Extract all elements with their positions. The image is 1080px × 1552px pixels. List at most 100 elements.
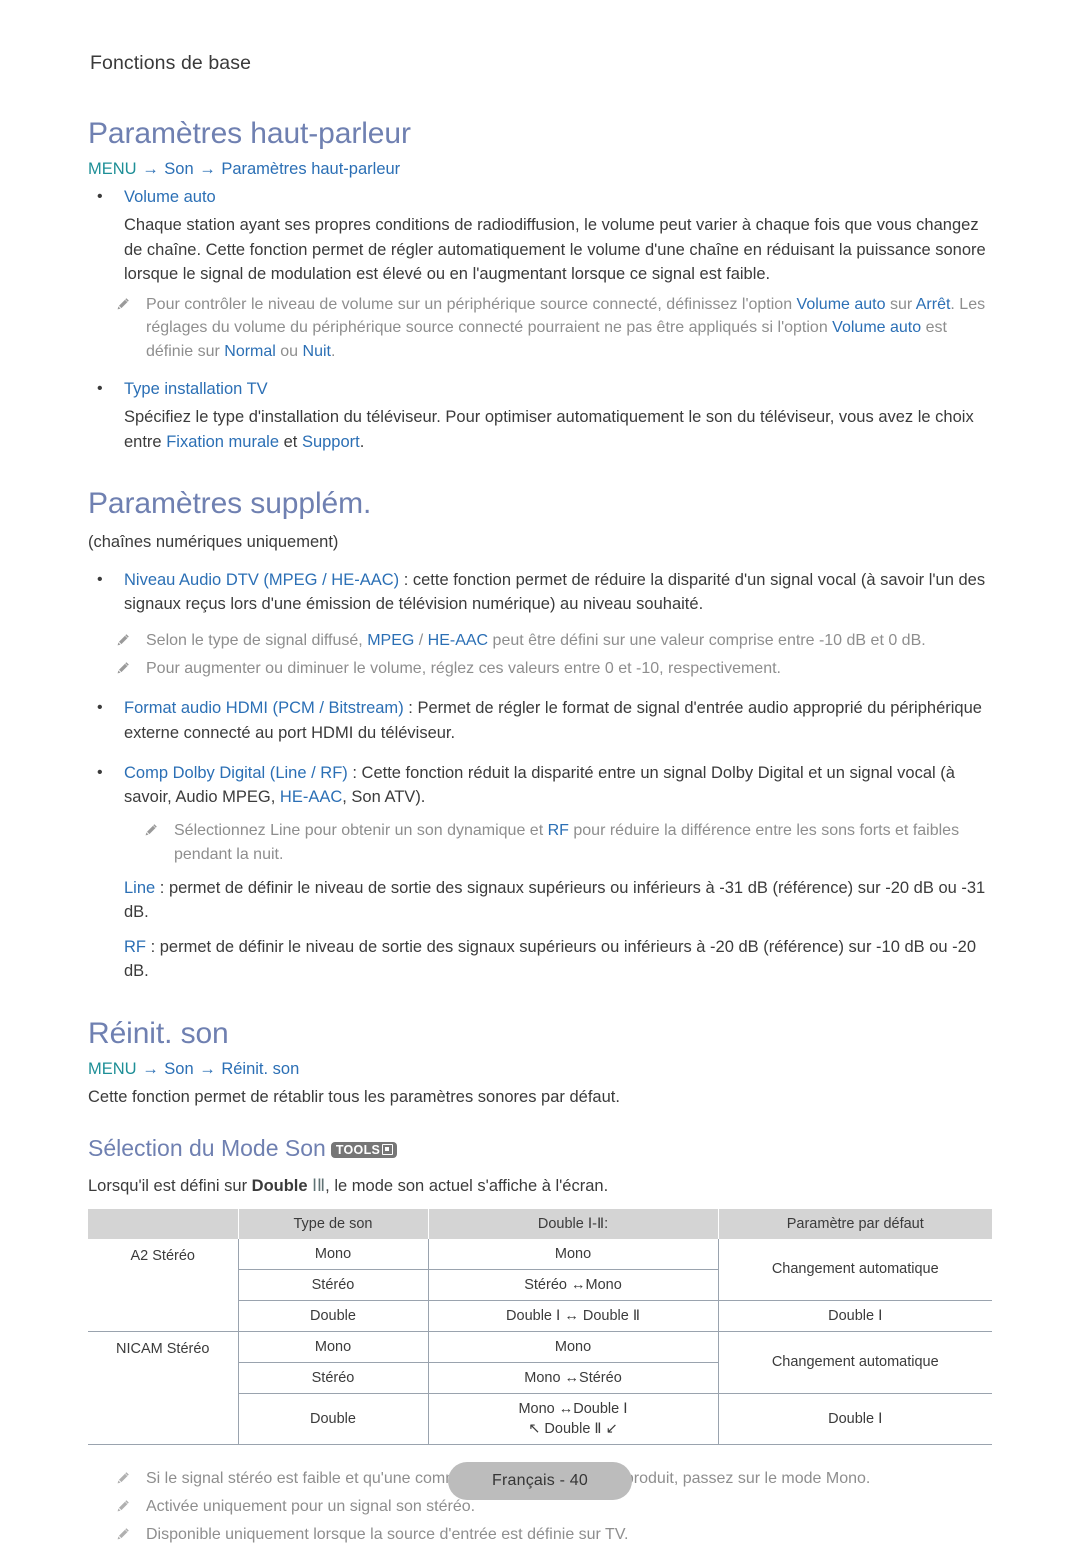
paragraph-tv-install-type-body: Spécifiez le type d'installation du télé… [124,408,974,451]
table-cell-double: Mono [427,1238,718,1270]
menu-path-menu-word: MENU [88,160,137,178]
note-volume-auto: Pour contrôler le niveau de volume sur u… [88,293,992,363]
option-mpeg: MPEG [268,571,318,590]
table-cell-double-line1: Mono ↔Double Ⅰ [518,1400,628,1417]
table-cell-default: Changement automatique [717,1331,992,1394]
note-dolby-line-rf: Sélectionnez Line pour obtenir un son dy… [88,819,992,866]
note-volume-auto-text: Pour contrôler le niveau de volume sur u… [146,296,986,360]
table-cell-double: Double Ⅰ ↔ Double Ⅱ [427,1300,718,1332]
table-cell-double-multiline: Mono ↔Double Ⅰ ↖ Double Ⅱ ↙ [427,1393,718,1445]
bullet-dot-icon [95,377,124,401]
menu-path-step-1: Son [164,1060,194,1079]
table-header-default-setting: Paramètre par défaut [717,1208,992,1239]
menu-path-arrow-icon-2: → [199,160,216,178]
menu-path-step-1: Son [164,160,194,178]
table-header-blank [88,1208,238,1239]
bullet-dot-icon [95,185,124,209]
table-cell-type: Mono [237,1331,428,1363]
section-title-speaker-settings: Paramètres haut-parleur [88,117,411,150]
section-title-additional-settings: Paramètres supplém. [88,486,372,520]
menu-path-step-2: Réinit. son [221,1060,300,1079]
list-item-label-tv-install-type: Type installation TV [124,380,268,399]
page-content: Fonctions de base Paramètres haut-parleu… [88,52,992,1552]
roman-numerals-one-two: ⅠⅡ [312,1176,326,1196]
paragraph-line-definition: Line : permet de définir le niveau de so… [124,879,986,922]
tools-remote-key-icon [382,1144,394,1156]
paragraph-volume-auto-body: Chaque station ayant ses propres conditi… [124,216,986,283]
table-row: NICAM Stéréo Mono Mono Changement automa… [88,1331,992,1445]
pencil-icon [116,629,146,652]
note-dtv-level-range: Selon le type de signal diffusé, MPEG / … [88,629,992,652]
list-item-dtv-audio-level: Niveau Audio DTV (MPEG / HE-AAC) : cette… [88,568,992,617]
table-cell-type: Stéréo [237,1362,428,1394]
menu-path-arrow-icon: → [142,1060,159,1079]
tools-badge: TOOLS [330,1141,398,1159]
bullet-dot-icon [95,761,124,810]
table-cell-default: Changement automatique [717,1238,992,1301]
table-cell-double: Mono ↔Stéréo [427,1362,718,1394]
note-dtv-volume-adjust-text: Pour augmenter ou diminuer le volume, ré… [146,659,781,677]
menu-path-sound-reset: MENU → Son → Réinit. son [88,1060,992,1079]
pencil-icon [116,1523,146,1546]
table-cell-double-line2: ↖ Double Ⅱ ↙ [528,1420,618,1437]
list-item-tv-install-type: Type installation TV [88,377,992,401]
section-title-sound-reset: Réinit. son [88,1017,229,1051]
sound-mode-table-wrap: Type de son Double Ⅰ-Ⅱ: Paramètre par dé… [88,1208,992,1445]
pencil-icon [116,657,146,680]
note-dolby-line-rf-text: Sélectionnez Line pour obtenir un son dy… [174,822,960,863]
note-tv-source-only-text: Disponible uniquement lorsque la source … [146,1526,629,1544]
option-rf: RF [320,763,343,782]
note-dtv-volume-adjust: Pour augmenter ou diminuer le volume, ré… [88,657,992,680]
menu-path-speaker-settings: MENU → Son → Paramètres haut-parleur [88,160,992,179]
paragraph-sound-mode-intro: Lorsqu'il est défini sur Double ⅠⅡ, le m… [88,1176,609,1196]
table-header-sound-type: Type de son [237,1208,428,1239]
list-item-label-comp-dolby-digital: Comp Dolby Digital [124,763,266,782]
document-page: Fonctions de base Paramètres haut-parleu… [0,0,1080,1543]
table-cell-type: Double [237,1300,428,1332]
note-dtv-level-range-text: Selon le type de signal diffusé, MPEG / … [146,631,926,649]
note-tv-source-only: Disponible uniquement lorsque la source … [88,1523,992,1546]
paragraph-rf-definition: RF : permet de définir le niveau de sort… [124,937,977,980]
menu-path-step-2: Paramètres haut-parleur [221,160,401,178]
pencil-icon [144,819,174,866]
tools-badge-label: TOOLS [335,1142,381,1157]
list-item-label-volume-auto: Volume auto [124,188,216,206]
sound-mode-table: Type de son Double Ⅰ-Ⅱ: Paramètre par dé… [88,1208,992,1445]
table-cell-type: Mono [237,1238,428,1270]
term-line: Line [124,879,156,898]
menu-path-menu-word: MENU [88,1060,137,1079]
table-cell-type: Double [237,1393,428,1445]
table-row: A2 Stéréo Mono Mono Changement automatiq… [88,1238,992,1332]
subsection-title-sound-mode-selection: Sélection du Mode Son TOOLS [88,1135,992,1162]
menu-path-arrow-icon-2: → [199,1060,216,1079]
option-pcm: PCM [278,699,315,718]
page-number-badge: Français - 40 [448,1462,632,1500]
table-cell-double: Stéréo ↔Mono [427,1269,718,1301]
option-bitstream: Bitstream [328,699,399,718]
bullet-dot-icon [95,568,124,617]
link-support: Support [301,432,360,451]
table-header-double: Double Ⅰ-Ⅱ: [427,1208,718,1239]
table-cell-default: Double Ⅰ [717,1393,992,1445]
paragraph-digital-only: (chaînes numériques uniquement) [88,532,339,551]
link-fixation-murale: Fixation murale [166,432,279,451]
table-header-row: Type de son Double Ⅰ-Ⅱ: Paramètre par dé… [88,1208,992,1239]
list-item-label-hdmi-audio-format: Format audio HDMI [124,699,268,718]
paragraph-sound-reset-body: Cette fonction permet de rétablir tous l… [88,1088,620,1107]
subsection-label: Sélection du Mode Son [88,1135,326,1162]
list-item-comp-dolby-digital: Comp Dolby Digital (Line / RF) : Cette f… [88,761,992,810]
list-item-hdmi-audio-format: Format audio HDMI (PCM / Bitstream) : Pe… [88,696,992,745]
link-he-aac: HE-AAC [279,788,343,807]
table-cell-group-nicam-stereo: NICAM Stéréo [88,1331,238,1445]
term-rf: RF [124,937,146,956]
table-cell-group-a2-stereo: A2 Stéréo [88,1238,238,1332]
page-footer: Français - 40 [0,1462,1080,1500]
running-head: Fonctions de base [90,52,252,74]
table-cell-type: Stéréo [237,1269,428,1301]
table-cell-default: Double Ⅰ [717,1300,992,1332]
option-line: Line [275,763,307,782]
list-item-volume-auto: Volume auto [88,185,992,209]
bullet-dot-icon [95,696,124,745]
table-cell-double: Mono [427,1331,718,1363]
menu-path-arrow-icon: → [142,160,159,178]
